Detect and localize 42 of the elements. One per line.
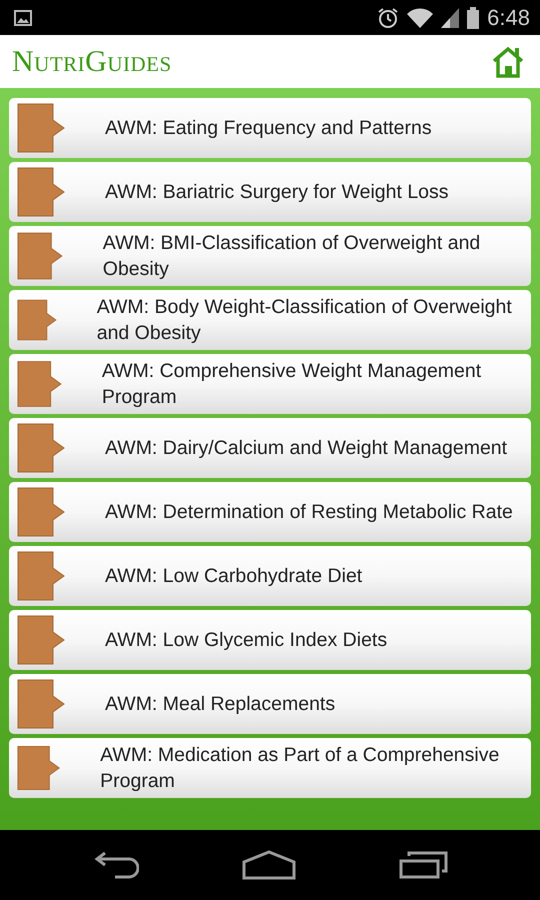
- item-title: AWM: Low Glycemic Index Diets: [105, 628, 388, 653]
- item-title: AWM: BMI-Classification of Overweight and Obesity: [102, 231, 482, 282]
- tag-icon: [17, 487, 65, 537]
- recents-icon[interactable]: [398, 851, 449, 879]
- item-title: AWM: Dairy/Calcium and Weight Management: [105, 436, 508, 461]
- tag-icon: [17, 167, 65, 217]
- list-item[interactable]: AWM: Medication as Part of a Comprehensive Program: [9, 738, 531, 798]
- tag-icon: [17, 359, 62, 409]
- tag-icon: [17, 743, 60, 793]
- item-title: AWM: Medication as Part of a Comprehensive Program: [100, 743, 500, 794]
- list-item[interactable]: AWM: BMI-Classification of Overweight and Obesity: [9, 226, 531, 286]
- list-item[interactable]: AWM: Meal Replacements: [9, 674, 531, 734]
- tag-icon: [17, 103, 65, 153]
- list-item[interactable]: AWM: Comprehensive Weight Management Program: [9, 354, 531, 414]
- list-item[interactable]: AWM: Body Weight-Classification of Overweight and Obesity: [9, 290, 531, 350]
- item-title: AWM: Meal Replacements: [105, 692, 336, 717]
- wifi-icon: [407, 8, 434, 28]
- tag-icon: [17, 679, 65, 729]
- app-logo: NutriGuides: [12, 44, 172, 78]
- tag-icon: [17, 615, 65, 665]
- item-title: AWM: Determination of Resting Metabolic Rate: [105, 500, 513, 525]
- alarm-icon: [377, 6, 400, 28]
- item-title: AWM: Eating Frequency and Patterns: [105, 116, 432, 141]
- list-item[interactable]: AWM: Determination of Resting Metabolic Rate: [9, 482, 531, 542]
- list-item[interactable]: AWM: Bariatric Surgery for Weight Loss: [9, 162, 531, 222]
- item-title: AWM: Body Weight-Classification of Overweight and Obesity: [96, 295, 513, 346]
- battery-icon: [467, 6, 480, 28]
- tag-icon: [17, 231, 63, 281]
- home-icon[interactable]: [242, 850, 296, 880]
- item-title: AWM: Bariatric Surgery for Weight Loss: [105, 180, 449, 205]
- item-title: AWM: Comprehensive Weight Management Program: [102, 359, 482, 410]
- list-item[interactable]: AWM: Eating Frequency and Patterns: [9, 98, 531, 158]
- list-item[interactable]: AWM: Low Glycemic Index Diets: [9, 610, 531, 670]
- image-icon: [14, 10, 32, 26]
- signal-icon: [441, 8, 460, 28]
- list-item[interactable]: AWM: Dairy/Calcium and Weight Management: [9, 418, 531, 478]
- home-icon[interactable]: [490, 46, 526, 78]
- tag-icon: [17, 551, 65, 601]
- tag-icon: [17, 423, 65, 473]
- clock-time: 6:48: [487, 4, 530, 30]
- item-title: AWM: Low Carbohydrate Diet: [105, 564, 362, 589]
- list-item[interactable]: AWM: Low Carbohydrate Diet: [9, 546, 531, 606]
